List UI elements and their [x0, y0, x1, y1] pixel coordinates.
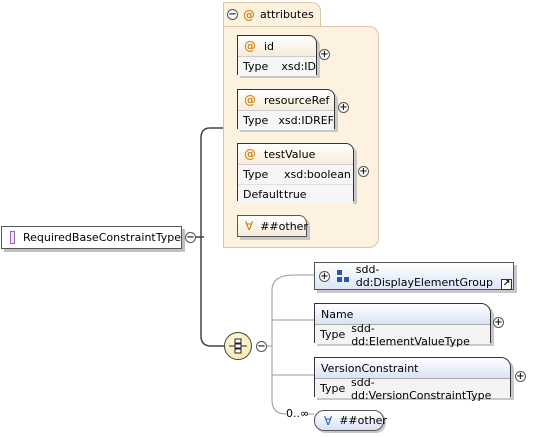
at-icon: @ [244, 147, 256, 161]
attributes-group-tab[interactable]: − @ attributes [223, 2, 321, 26]
attribute-name: testValue [264, 147, 316, 161]
element-type-key: Type [320, 382, 346, 395]
sequence-compositor[interactable] [224, 332, 252, 360]
collapse-icon[interactable]: − [256, 341, 267, 352]
attribute-type-value: xsd:boolean [284, 168, 351, 181]
at-icon: @ [244, 39, 256, 53]
expand-icon[interactable]: + [515, 371, 526, 382]
attribute-name: id [264, 39, 275, 53]
element-name[interactable]: Name Type sdd-dd:ElementValueType [314, 303, 491, 348]
element-type-key: Type [320, 328, 346, 341]
element-type-value: sdd-dd:VersionConstraintType [351, 375, 492, 402]
attribute-type-key: Type [243, 114, 269, 127]
at-icon: @ [243, 7, 255, 22]
attribute-default-key: Default [243, 188, 284, 201]
any-element-label: ##other [339, 414, 387, 427]
expand-icon[interactable]: + [319, 270, 330, 282]
element-name-label: Name [321, 307, 354, 321]
attribute-name: resourceRef [264, 93, 330, 107]
root-type-name: RequiredBaseConstraintType [22, 231, 181, 244]
sequence-icon [229, 338, 247, 354]
collapse-icon[interactable]: − [185, 232, 196, 243]
attribute-type-value: xsd:IDREF [278, 114, 334, 127]
reference-link-icon[interactable]: ↗ [501, 279, 512, 290]
any-attribute-wildcard[interactable]: ∀ ##other [237, 215, 308, 237]
attribute-type-key: Type [243, 168, 269, 181]
attribute-testvalue[interactable]: @ testValue Type xsd:boolean Default tru… [237, 143, 354, 204]
expand-icon[interactable]: + [319, 49, 330, 60]
element-type-value: sdd-dd:ElementValueType [351, 321, 470, 348]
at-icon: @ [244, 93, 256, 107]
any-icon: ∀ [324, 413, 333, 428]
group-ref-name: sdd-dd:DisplayElementGroup [355, 263, 493, 289]
any-icon: ∀ [245, 219, 254, 233]
any-element-wildcard[interactable]: ∀ ##other [314, 410, 387, 431]
attribute-resourceref[interactable]: @ resourceRef Type xsd:IDREF [237, 89, 335, 130]
root-complex-type[interactable]: RequiredBaseConstraintType [1, 226, 182, 249]
attribute-type-value: xsd:ID [281, 60, 316, 73]
complex-type-icon [10, 231, 15, 244]
collapse-icon[interactable]: − [227, 9, 238, 20]
element-versionconstraint[interactable]: VersionConstraint Type sdd-dd:VersionCon… [314, 357, 511, 402]
expand-icon[interactable]: + [338, 102, 349, 113]
group-icon [337, 270, 349, 282]
attribute-id[interactable]: @ id Type xsd:ID [237, 35, 317, 76]
group-ref-displayelementgroup[interactable]: + sdd-dd:DisplayElementGroup [314, 262, 514, 290]
any-attribute-label: ##other [260, 219, 308, 233]
occurrence-label: 0..∞ [286, 407, 310, 420]
expand-icon[interactable]: + [358, 166, 369, 177]
attribute-default-value: true [284, 188, 307, 201]
attribute-type-key: Type [243, 60, 269, 73]
element-name-label: VersionConstraint [321, 361, 419, 375]
expand-icon[interactable]: + [493, 317, 504, 328]
attributes-group-title: attributes [260, 8, 314, 21]
